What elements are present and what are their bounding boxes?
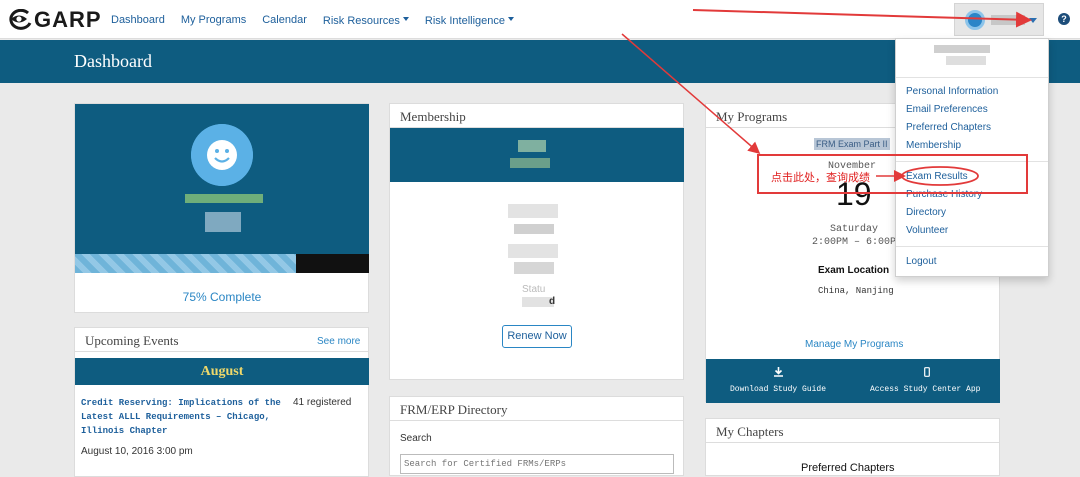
profile-name-redacted	[185, 194, 263, 203]
menu-divider	[896, 77, 1048, 78]
chevron-down-icon	[1029, 18, 1037, 23]
nav-risk-intelligence[interactable]: Risk Intelligence	[425, 11, 514, 29]
user-menu-button[interactable]	[954, 3, 1044, 36]
membership-type-redacted	[510, 158, 550, 168]
menu-item-email-preferences[interactable]: Email Preferences	[906, 104, 988, 115]
menu-item-logout[interactable]: Logout	[906, 256, 937, 267]
menu-item-volunteer[interactable]: Volunteer	[906, 225, 948, 236]
card-title: My Chapters	[706, 419, 999, 443]
directory-search-input[interactable]	[400, 454, 674, 474]
user-avatar-icon	[191, 124, 253, 186]
membership-type-redacted	[518, 140, 546, 152]
exam-time: 2:00PM – 6:00PM	[812, 237, 903, 248]
program-actions-bar: Download Study Guide Access Study Center…	[706, 359, 1000, 403]
logo-text: GARP	[34, 7, 102, 32]
status-value: d	[549, 296, 556, 307]
profile-id-redacted	[205, 212, 241, 232]
progress-bar-fill	[75, 254, 296, 273]
status-label: Statu	[522, 284, 546, 295]
upcoming-events-card: Upcoming Events See more August Credit R…	[74, 327, 369, 477]
garp-logo[interactable]: GARP	[6, 7, 102, 32]
nav-my-programs[interactable]: My Programs	[181, 14, 246, 26]
renew-now-button[interactable]: Renew Now	[502, 325, 572, 348]
download-study-guide-button[interactable]: Download Study Guide	[706, 359, 853, 403]
chevron-down-icon	[508, 17, 514, 22]
mobile-icon	[924, 367, 930, 377]
membership-header	[390, 128, 684, 182]
nav-risk-resources[interactable]: Risk Resources	[323, 11, 409, 29]
top-navbar: GARP Dashboard My Programs Calendar Risk…	[0, 0, 1080, 39]
event-title-link[interactable]: Credit Reserving: Implications of the La…	[81, 396, 281, 438]
page-title: Dashboard	[74, 51, 152, 71]
exam-location-label: Exam Location	[818, 265, 890, 276]
see-more-link[interactable]: See more	[317, 336, 360, 347]
my-chapters-card: My Chapters Preferred Chapters	[705, 418, 1000, 476]
download-label: Download Study Guide	[730, 385, 827, 394]
nav-dashboard[interactable]: Dashboard	[111, 14, 165, 26]
menu-item-personal-information[interactable]: Personal Information	[906, 86, 998, 97]
user-id-redacted	[946, 56, 986, 65]
chevron-down-icon	[402, 17, 409, 22]
menu-item-membership[interactable]: Membership	[906, 140, 961, 151]
menu-item-directory[interactable]: Directory	[906, 207, 946, 218]
access-label: Access Study Center App	[870, 385, 981, 394]
member-date-redacted	[514, 262, 554, 274]
card-title: Membership	[390, 104, 683, 128]
card-title: FRM/ERP Directory	[390, 397, 683, 421]
garp-logo-icon	[9, 9, 32, 30]
username-redacted	[991, 15, 1025, 25]
avatar	[965, 10, 985, 30]
nav-risk-resources-label: Risk Resources	[322, 14, 400, 27]
main-nav: Dashboard My Programs Calendar Risk Reso…	[103, 0, 522, 39]
nav-risk-intelligence-label: Risk Intelligence	[424, 14, 505, 27]
username-redacted	[934, 45, 990, 53]
progress-label: 75% Complete	[182, 290, 262, 304]
directory-card: FRM/ERP Directory Search	[389, 396, 684, 476]
progress-bar	[75, 254, 369, 273]
event-month-header: August	[75, 358, 369, 385]
nav-calendar[interactable]: Calendar	[262, 14, 307, 26]
manage-programs-link[interactable]: Manage My Programs	[805, 339, 903, 350]
member-id-redacted	[508, 204, 558, 218]
member-date-redacted	[508, 244, 558, 258]
help-icon[interactable]: ?	[1058, 13, 1070, 25]
menu-item-preferred-chapters[interactable]: Preferred Chapters	[906, 122, 991, 133]
preferred-chapters-label: Preferred Chapters	[801, 462, 895, 474]
search-label: Search	[400, 433, 432, 444]
exam-location-value: China, Nanjing	[818, 286, 894, 296]
exam-weekday: Saturday	[830, 224, 879, 235]
membership-card: Membership Statu d Renew Now	[389, 103, 684, 380]
annotation-text: 点击此处，查询成绩	[771, 172, 870, 184]
profile-header	[75, 104, 369, 259]
event-date: August 10, 2016 3:00 pm	[81, 446, 193, 457]
access-study-center-button[interactable]: Access Study Center App	[853, 359, 1000, 403]
member-id-redacted	[514, 224, 554, 234]
menu-divider	[896, 246, 1048, 247]
profile-card: 75% Complete	[74, 103, 369, 313]
event-registered-count: 41 registered	[293, 397, 352, 408]
exam-tag: FRM Exam Part II	[814, 138, 890, 150]
download-icon	[774, 367, 783, 377]
